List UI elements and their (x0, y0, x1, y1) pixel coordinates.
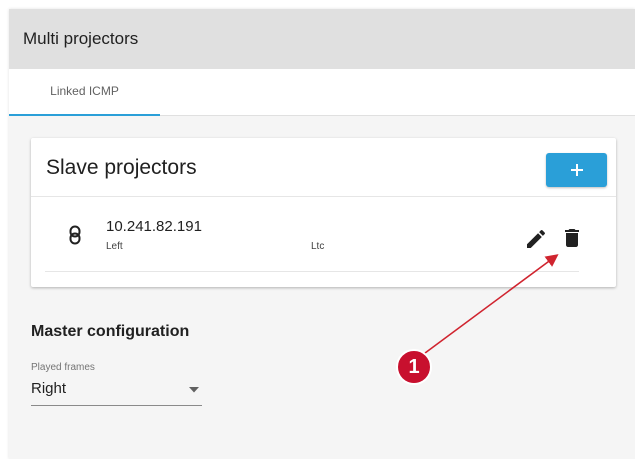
plus-icon (570, 164, 583, 176)
panel-header: Multi projectors (9, 9, 635, 69)
slave-projectors-card: Slave projectors 10.241.82.191 Left Ltc (31, 138, 616, 287)
panel-title: Multi projectors (23, 29, 139, 48)
active-tab-indicator (9, 114, 160, 116)
played-frames-label: Played frames (31, 362, 95, 373)
projector-mode: Ltc (311, 241, 325, 252)
projector-side: Left (106, 241, 123, 252)
slave-projectors-title: Slave projectors (46, 156, 197, 179)
projector-ip: 10.241.82.191 (106, 218, 202, 235)
tab-label: Linked ICMP (50, 84, 119, 98)
pencil-icon (527, 229, 546, 248)
add-projector-button[interactable] (546, 153, 607, 187)
trash-icon (565, 229, 579, 247)
tab-linked-icmp[interactable]: Linked ICMP (9, 69, 160, 116)
delete-button[interactable] (560, 226, 584, 250)
projector-row: 10.241.82.191 Left Ltc (45, 197, 579, 272)
master-configuration-title: Master configuration (31, 323, 190, 340)
link-icon (69, 225, 81, 245)
multi-projectors-panel: Multi projectors Linked ICMP Slave proje… (9, 9, 635, 459)
tab-bar: Linked ICMP (9, 69, 635, 116)
annotation-badge: 1 (396, 349, 432, 385)
played-frames-select[interactable]: Played frames Right (31, 361, 202, 406)
played-frames-value: Right (31, 380, 67, 397)
dropdown-arrow-icon (189, 387, 199, 393)
edit-button[interactable] (524, 227, 548, 251)
